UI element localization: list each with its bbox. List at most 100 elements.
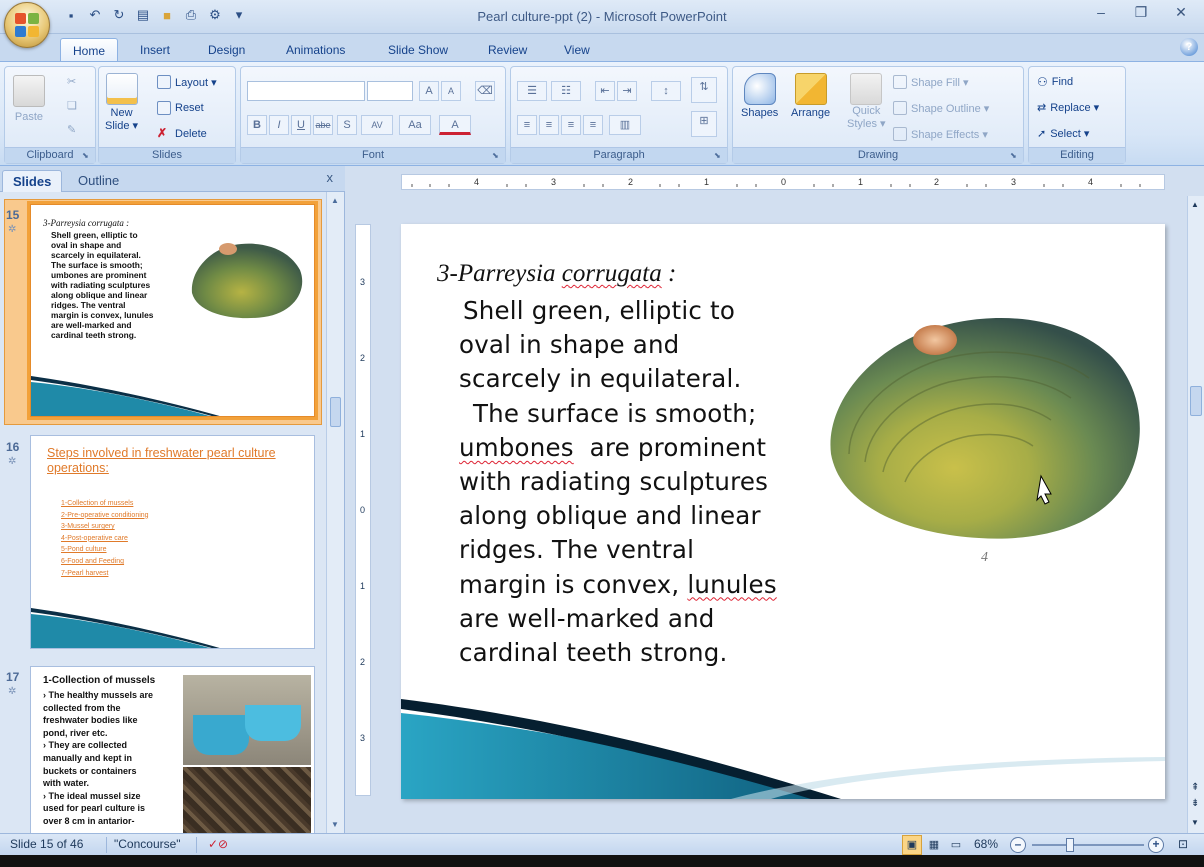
tab-insert[interactable]: Insert	[128, 38, 182, 62]
bullets-icon[interactable]: ☰	[517, 81, 547, 101]
thumb-shell-image	[191, 243, 303, 319]
replace-label: Replace ▾	[1050, 102, 1100, 114]
tab-view[interactable]: View	[552, 38, 602, 62]
strikethrough-button[interactable]: abe	[313, 115, 333, 135]
quick-styles-button[interactable]: Quick Styles ▾	[847, 73, 886, 130]
tab-review[interactable]: Review	[476, 38, 539, 62]
grow-font-button[interactable]: A	[419, 81, 439, 101]
help-icon[interactable]: ?	[1180, 38, 1198, 56]
thumb-list-item: 1-Collection of mussels	[61, 500, 134, 507]
decrease-indent-icon[interactable]: ⇤	[595, 81, 615, 101]
pane-scroll-thumb[interactable]	[330, 397, 341, 427]
close-pane-icon[interactable]: x	[327, 170, 334, 185]
scroll-down-icon[interactable]: ▼	[1191, 818, 1199, 827]
paragraph-group: ☰ ☷ ⇤ ⇥ ↕ ⇅ ≡ ≡ ≡ ≡ ▥ ⊞ Paragraph ⬊	[510, 66, 728, 164]
align-right-icon[interactable]: ≡	[561, 115, 581, 135]
zoom-out-button[interactable]: –	[1010, 837, 1026, 853]
font-name-combo[interactable]	[247, 81, 365, 101]
tab-animations[interactable]: Animations	[274, 38, 357, 62]
font-launcher-icon[interactable]: ⬊	[492, 151, 502, 161]
slide-position: Slide 15 of 46	[10, 837, 84, 851]
change-case-button[interactable]: Aa	[399, 115, 431, 135]
slide-sorter-icon[interactable]: ▦	[924, 835, 944, 855]
zoom-slider-thumb[interactable]	[1066, 838, 1074, 852]
thumbnail-slide-15[interactable]: 3-Parreysia corrugata : Shell green, ell…	[27, 201, 318, 420]
slide-show-view-icon[interactable]: ▭	[946, 835, 966, 855]
tab-slide-show[interactable]: Slide Show	[376, 38, 460, 62]
editor-scroll-thumb[interactable]	[1190, 386, 1202, 416]
tab-slides[interactable]: Slides	[2, 170, 63, 192]
text-direction-icon[interactable]: ⇅	[691, 77, 717, 103]
drawing-launcher-icon[interactable]: ⬊	[1010, 151, 1020, 161]
tab-home[interactable]: Home	[60, 38, 119, 62]
fit-slide-icon[interactable]: ⊡	[1178, 837, 1188, 851]
align-text-icon[interactable]: ⊞	[691, 111, 717, 137]
next-slide-icon[interactable]: ⇟	[1191, 798, 1199, 809]
delete-icon: ✗	[157, 126, 168, 140]
normal-view-icon[interactable]: ▣	[902, 835, 922, 855]
layout-button[interactable]: Layout ▾	[157, 75, 217, 89]
minimize-button[interactable]: –	[1086, 4, 1116, 21]
cut-icon[interactable]: ✂	[67, 75, 76, 88]
thumbnail-slide-17[interactable]: 1-Collection of mussels › The healthy mu…	[30, 666, 315, 833]
slide-canvas[interactable]: 3-Parreysia corrugata : Shell green, ell…	[401, 224, 1165, 799]
pane-scrollbar[interactable]: ▲ ▼	[326, 192, 344, 833]
tab-design[interactable]: Design	[196, 38, 257, 62]
justify-icon[interactable]: ≡	[583, 115, 603, 135]
clear-formatting-icon[interactable]: ⌫	[475, 81, 495, 101]
zoom-in-button[interactable]: +	[1148, 837, 1164, 853]
body-line: along oblique and linear	[459, 501, 761, 531]
shape-effects-button[interactable]: Shape Effects ▾	[893, 127, 988, 141]
paragraph-launcher-icon[interactable]: ⬊	[714, 151, 724, 161]
paste-button[interactable]: Paste	[13, 75, 45, 123]
align-left-icon[interactable]: ≡	[517, 115, 537, 135]
format-painter-icon[interactable]: ✎	[67, 123, 76, 136]
arrange-button[interactable]: Arrange	[791, 73, 830, 119]
editor-scrollbar[interactable]: ▲ ⇞ ⇟ ▼	[1187, 196, 1204, 833]
shell-image[interactable]	[819, 294, 1149, 589]
shapes-button[interactable]: Shapes	[741, 73, 778, 119]
close-button[interactable]: ✕	[1166, 4, 1196, 21]
shrink-font-button[interactable]: A	[441, 81, 461, 101]
thumb-line: freshwater bodies like	[43, 715, 138, 726]
font-size-combo[interactable]	[367, 81, 413, 101]
align-center-icon[interactable]: ≡	[539, 115, 559, 135]
reset-button[interactable]: Reset	[157, 101, 204, 115]
select-button[interactable]: ➚ Select ▾	[1037, 127, 1089, 140]
tab-outline[interactable]: Outline	[68, 170, 129, 192]
underline-button[interactable]: U	[291, 115, 311, 135]
slide-body-text[interactable]: Shell green, elliptic to oval in shape a…	[459, 294, 829, 670]
copy-icon[interactable]: ❏	[67, 99, 77, 112]
columns-icon[interactable]: ▥	[609, 115, 641, 135]
line-spacing-icon[interactable]: ↕	[651, 81, 681, 101]
scroll-down-icon[interactable]: ▼	[331, 820, 339, 829]
zoom-slider[interactable]	[1032, 844, 1144, 846]
font-color-button[interactable]: A	[439, 115, 471, 135]
increase-indent-icon[interactable]: ⇥	[617, 81, 637, 101]
office-button[interactable]	[4, 2, 50, 48]
thumbnail-slide-16[interactable]: Steps involved in freshwater pearl cultu…	[30, 435, 315, 649]
spelling-icon[interactable]: ✓⊘	[208, 837, 228, 851]
previous-slide-icon[interactable]: ⇞	[1191, 782, 1199, 793]
shape-outline-label: Shape Outline ▾	[911, 102, 990, 115]
numbering-icon[interactable]: ☷	[551, 81, 581, 101]
shape-fill-button[interactable]: Shape Fill ▾	[893, 75, 969, 89]
restore-button[interactable]: ❐	[1126, 4, 1156, 21]
bold-button[interactable]: B	[247, 115, 267, 135]
char-spacing-button[interactable]: AV	[361, 115, 393, 135]
scroll-up-icon[interactable]: ▲	[1191, 200, 1199, 209]
clipboard-launcher-icon[interactable]: ⬊	[82, 151, 92, 161]
find-button[interactable]: ⚇ Find	[1037, 75, 1073, 89]
italic-button[interactable]: I	[269, 115, 289, 135]
shape-effects-icon	[893, 127, 907, 141]
replace-button[interactable]: ⇄ Replace ▾	[1037, 101, 1099, 114]
thumb-photo-buckets	[183, 675, 311, 765]
slide-title[interactable]: 3-Parreysia corrugata :	[437, 260, 676, 288]
scroll-up-icon[interactable]: ▲	[331, 196, 339, 205]
body-line: Shell green, elliptic to	[463, 296, 736, 325]
delete-button[interactable]: ✗ Delete	[157, 127, 207, 141]
shape-outline-button[interactable]: Shape Outline ▾	[893, 101, 989, 115]
zoom-level[interactable]: 68%	[974, 837, 998, 851]
shadow-button[interactable]: S	[337, 115, 357, 135]
new-slide-button[interactable]: New Slide ▾	[105, 73, 138, 132]
